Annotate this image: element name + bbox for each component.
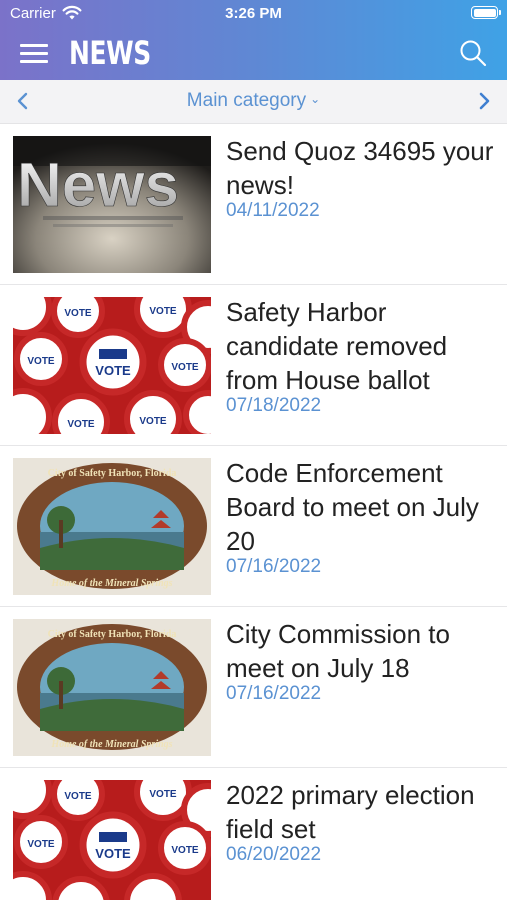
svg-text:VOTE: VOTE [171,362,199,373]
page-title: NEWS [69,34,151,72]
svg-text:VOTE: VOTE [27,356,55,367]
article-title: City Commission to meet on July 18 [226,619,450,683]
article-title: 2022 primary election field set [226,780,475,844]
svg-text:Home of the Mineral Springs: Home of the Mineral Springs [50,578,172,589]
svg-text:VOTE: VOTE [64,308,92,319]
news-item[interactable]: News Send Quoz 34695 your news! 04/11/20… [0,124,507,285]
hamburger-icon[interactable] [20,42,50,64]
news-thumbnail: News [13,136,211,273]
search-icon[interactable] [459,39,487,67]
article-date: 07/18/2022 [226,395,322,416]
svg-text:VOTE: VOTE [139,416,167,427]
news-item[interactable]: VOTE VOTE VOTE VOTE VOTE 2022 primary el… [0,768,507,900]
svg-text:VOTE: VOTE [171,845,199,856]
svg-text:City of Safety Harbor, Florida: City of Safety Harbor, Florida [48,629,177,640]
nav-bar: NEWS [0,28,507,80]
battery-icon [471,6,501,19]
news-item[interactable]: City of Safety Harbor, Florida Home of t… [0,446,507,607]
category-dropdown[interactable]: Main category ⌄ [0,90,507,112]
status-time: 3:26 PM [225,5,282,22]
chevron-down-icon: ⌄ [310,92,321,106]
news-item[interactable]: City of Safety Harbor, Florida Home of t… [0,607,507,768]
article-title: Send Quoz 34695 your news! [226,136,494,200]
vote-buttons-thumbnail: VOTE VOTE VOTE VOTE VOTE [13,780,211,900]
category-label: Main category [186,90,307,111]
article-date: 07/16/2022 [226,683,322,704]
city-seal-thumbnail: City of Safety Harbor, Florida Home of t… [13,458,211,595]
article-date: 06/20/2022 [226,844,322,865]
svg-text:City of Safety Harbor, Florida: City of Safety Harbor, Florida [48,468,177,479]
svg-text:VOTE: VOTE [149,789,177,800]
article-date: 07/16/2022 [226,556,322,577]
svg-text:News: News [17,151,179,220]
svg-text:VOTE: VOTE [67,419,95,430]
article-title: Code Enforcement Board to meet on July 2… [226,458,479,556]
city-seal-thumbnail: City of Safety Harbor, Florida Home of t… [13,619,211,756]
article-date: 04/11/2022 [226,200,320,221]
news-item[interactable]: VOTE VOTE VOTE VOTE VOTE VOTE VOTE Safet… [0,285,507,446]
svg-text:VOTE: VOTE [149,306,177,317]
vote-buttons-thumbnail: VOTE VOTE VOTE VOTE VOTE VOTE VOTE [13,297,211,434]
svg-text:VOTE: VOTE [64,791,92,802]
svg-text:VOTE: VOTE [95,363,131,378]
svg-text:Home of the Mineral Springs: Home of the Mineral Springs [50,739,172,750]
category-bar: Main category ⌄ [0,80,507,124]
svg-text:VOTE: VOTE [27,839,55,850]
article-title: Safety Harbor candidate removed from Hou… [226,297,448,395]
status-bar: Carrier 3:26 PM [0,0,507,28]
app-header: Carrier 3:26 PM NEWS [0,0,507,80]
chevron-right-icon[interactable] [473,90,495,112]
svg-text:VOTE: VOTE [95,846,131,861]
